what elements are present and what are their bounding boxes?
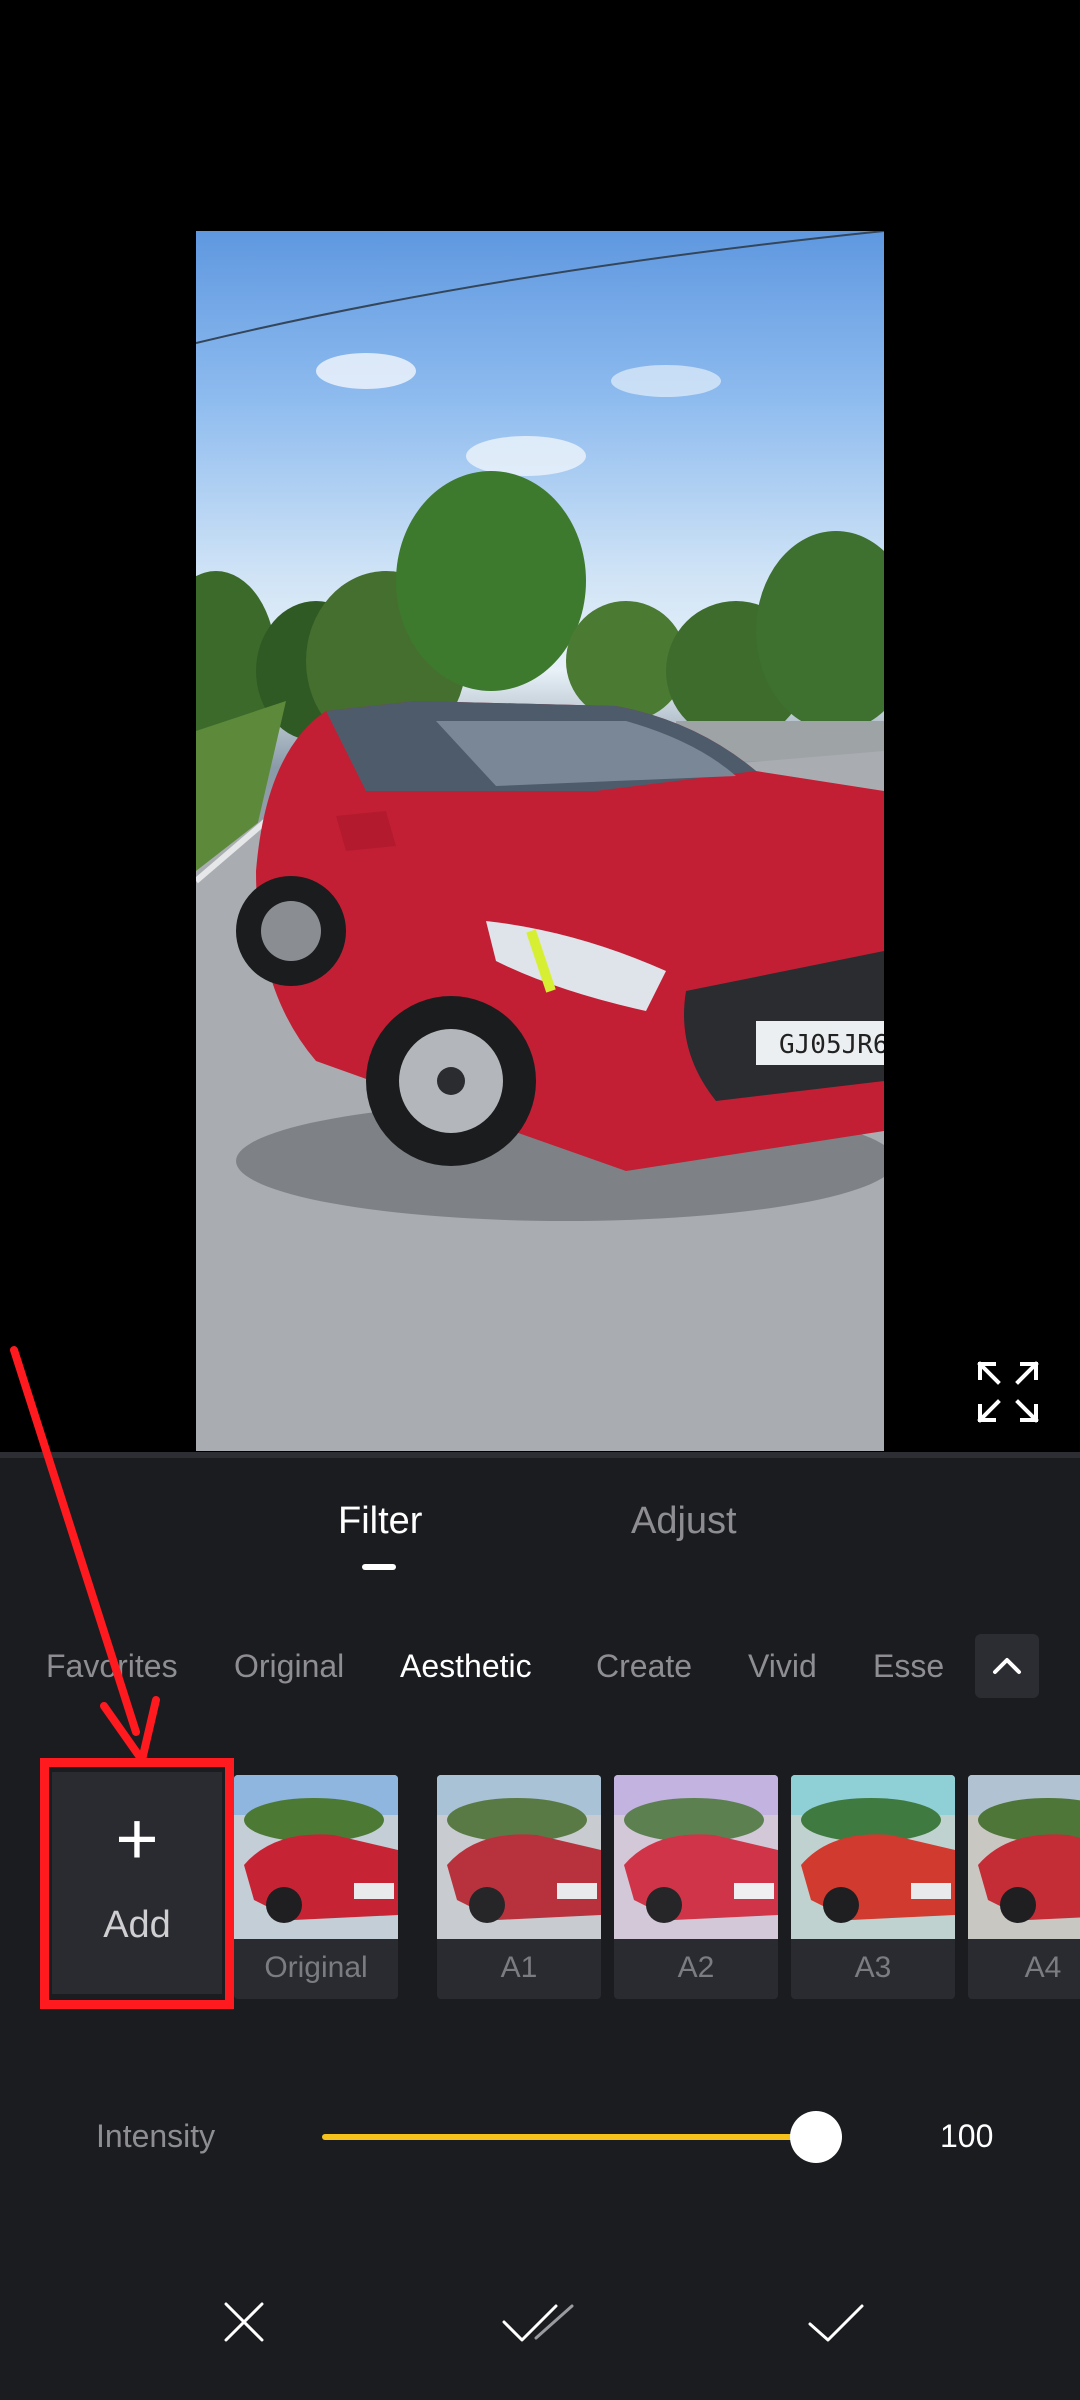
filter-tile-a3[interactable]: A3 bbox=[791, 1775, 955, 1999]
filter-thumbnail bbox=[234, 1775, 398, 1939]
tab-filter[interactable]: Filter bbox=[338, 1500, 422, 1543]
double-check-icon bbox=[502, 2304, 574, 2342]
filter-label: A4 bbox=[1024, 1951, 1062, 1984]
video-preview[interactable]: GJ05JR67 bbox=[196, 231, 884, 1451]
car-scene-image: GJ05JR67 bbox=[196, 231, 884, 1451]
intensity-label: Intensity bbox=[96, 2118, 216, 2154]
filter-tile-a4[interactable]: A4 bbox=[968, 1775, 1080, 1999]
filter-label: A1 bbox=[500, 1951, 538, 1984]
category-aesthetic[interactable]: Aesthetic bbox=[400, 1648, 532, 1685]
filter-label: A3 bbox=[854, 1951, 892, 1984]
intensity-value: 100 bbox=[940, 2118, 994, 2154]
filter-thumbnail bbox=[968, 1775, 1080, 1939]
apply-to-all-button[interactable] bbox=[496, 2290, 592, 2354]
panel-divider bbox=[0, 1452, 1080, 1458]
filter-category-bar: Favorites Original Aesthetic Create Vivi… bbox=[0, 1630, 965, 1710]
filter-editor-screen: GJ05JR67 Filter Adjust Favori bbox=[0, 0, 1080, 2400]
confirm-button[interactable] bbox=[796, 2290, 876, 2354]
annotation-highlight-box bbox=[40, 1758, 234, 2009]
check-icon bbox=[808, 2304, 864, 2342]
category-fade-edge bbox=[0, 1630, 40, 1710]
license-plate-text: GJ05JR67 bbox=[779, 1030, 884, 1060]
fullscreen-expand-icon bbox=[977, 1361, 1039, 1423]
active-tab-indicator bbox=[362, 1564, 396, 1570]
intensity-slider-handle[interactable] bbox=[790, 2111, 842, 2163]
tab-adjust[interactable]: Adjust bbox=[631, 1500, 737, 1543]
intensity-slider-track[interactable] bbox=[322, 2134, 842, 2140]
category-favorites[interactable]: Favorites bbox=[46, 1648, 178, 1685]
category-original[interactable]: Original bbox=[234, 1648, 344, 1685]
cancel-button[interactable] bbox=[204, 2290, 284, 2354]
collapse-panel-button[interactable] bbox=[975, 1634, 1039, 1698]
filter-tile-a1[interactable]: A1 bbox=[437, 1775, 601, 1999]
category-create[interactable]: Create bbox=[596, 1648, 692, 1685]
filter-thumbnail bbox=[437, 1775, 601, 1939]
filter-label: Original bbox=[264, 1951, 368, 1984]
category-essentials[interactable]: Esse bbox=[873, 1648, 944, 1685]
filter-thumbnail bbox=[791, 1775, 955, 1939]
filter-thumbnail bbox=[614, 1775, 778, 1939]
filter-tile-original[interactable]: Original bbox=[234, 1775, 398, 1999]
fullscreen-button[interactable] bbox=[976, 1360, 1040, 1424]
close-icon bbox=[224, 2302, 264, 2342]
filter-label: A2 bbox=[677, 1951, 715, 1984]
chevron-up-icon bbox=[993, 1658, 1021, 1674]
filter-tile-a2[interactable]: A2 bbox=[614, 1775, 778, 1999]
category-vivid[interactable]: Vivid bbox=[748, 1648, 817, 1685]
